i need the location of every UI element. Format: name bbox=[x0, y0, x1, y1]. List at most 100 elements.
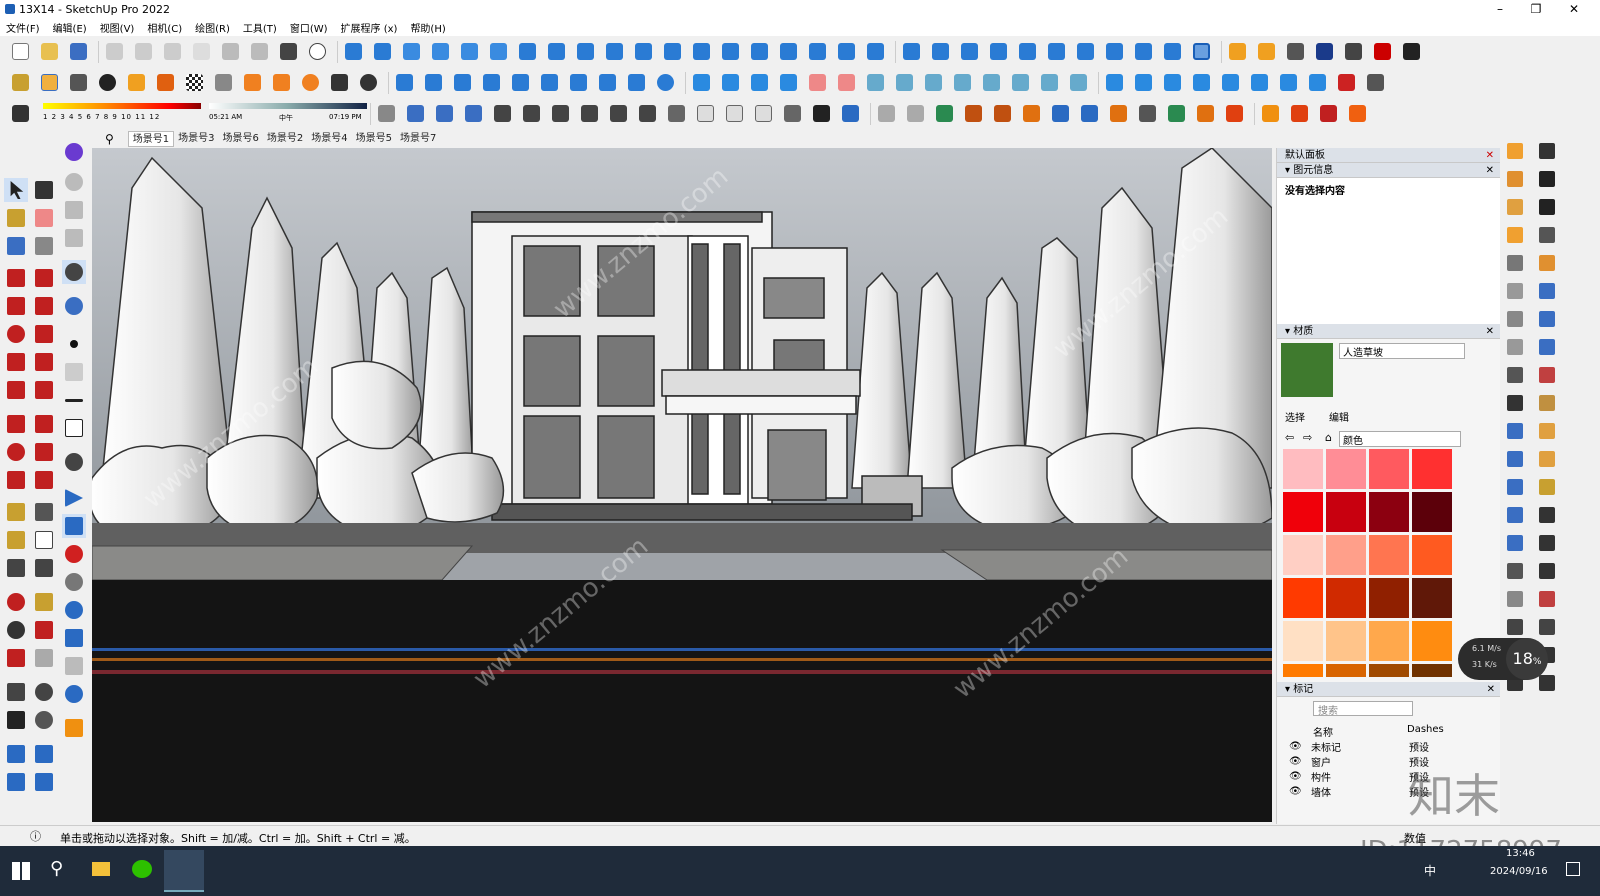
color-swatch[interactable] bbox=[1369, 449, 1409, 489]
save-icon[interactable] bbox=[66, 39, 91, 64]
download-icon[interactable] bbox=[595, 70, 620, 95]
maximize-button[interactable]: ❐ bbox=[1518, 0, 1554, 18]
back-arrow-icon[interactable]: ⇦ bbox=[1285, 431, 1294, 444]
dimension-tool-icon[interactable] bbox=[32, 500, 56, 524]
wechat-icon[interactable] bbox=[132, 860, 152, 878]
render-icon[interactable] bbox=[1316, 101, 1341, 126]
pan-tool-icon[interactable] bbox=[32, 590, 56, 614]
box-orange-icon[interactable] bbox=[1019, 101, 1044, 126]
tray-close-icon[interactable]: ✕ bbox=[1486, 148, 1494, 163]
list-icon[interactable] bbox=[62, 198, 86, 222]
door-icon[interactable] bbox=[573, 39, 598, 64]
color-swatch[interactable] bbox=[1283, 535, 1323, 575]
previous-view-icon[interactable] bbox=[32, 646, 56, 670]
view-back-icon[interactable] bbox=[776, 70, 801, 95]
grid-wall-icon[interactable] bbox=[1008, 70, 1033, 95]
plugin-icon[interactable] bbox=[66, 70, 91, 95]
color-swatch[interactable] bbox=[1412, 621, 1452, 661]
shield-icon[interactable] bbox=[1399, 39, 1424, 64]
polyline-icon[interactable] bbox=[660, 39, 685, 64]
scale-tool-icon[interactable] bbox=[4, 468, 28, 492]
tag-row[interactable]: 👁 未标记 预设 bbox=[1277, 739, 1501, 754]
select-tool-icon[interactable] bbox=[4, 178, 28, 202]
extension-tool-icon[interactable] bbox=[1504, 588, 1526, 610]
cube-c-icon[interactable] bbox=[1276, 70, 1301, 95]
film-icon[interactable] bbox=[62, 626, 86, 650]
grid-red-icon[interactable] bbox=[1334, 70, 1359, 95]
paste-icon[interactable] bbox=[160, 39, 185, 64]
notification-icon[interactable] bbox=[1566, 862, 1580, 876]
refresh-icon[interactable] bbox=[566, 70, 591, 95]
material-collection-dropdown[interactable]: 颜色 bbox=[1339, 431, 1461, 447]
menu-view[interactable]: 视图(V) bbox=[100, 20, 135, 35]
roof-icon[interactable] bbox=[602, 39, 627, 64]
menu-window[interactable]: 窗口(W) bbox=[290, 20, 328, 35]
eye-icon[interactable]: 👁 bbox=[1289, 771, 1311, 782]
tab-select[interactable]: 选择 bbox=[1285, 409, 1305, 424]
extension-tool-icon[interactable] bbox=[1504, 140, 1526, 162]
monochrome-icon[interactable] bbox=[577, 101, 602, 126]
extension-tool-icon[interactable] bbox=[1536, 448, 1558, 470]
materials-header[interactable]: ▾ 材质 ✕ bbox=[1277, 324, 1500, 339]
opening-icon[interactable] bbox=[979, 70, 1004, 95]
extension-tool-icon[interactable] bbox=[1536, 336, 1558, 358]
extension-tool-icon[interactable] bbox=[1504, 476, 1526, 498]
sweep-icon[interactable] bbox=[1077, 101, 1102, 126]
color-swatch[interactable] bbox=[1369, 535, 1409, 575]
style-b-icon[interactable] bbox=[635, 101, 660, 126]
shadow-month-slider[interactable]: 1 2 3 4 5 6 7 8 9 10 11 12 bbox=[43, 101, 201, 127]
color-swatch[interactable] bbox=[1283, 578, 1323, 618]
record-icon[interactable] bbox=[62, 542, 86, 566]
camera-icon[interactable] bbox=[62, 226, 86, 250]
brush-icon[interactable] bbox=[1102, 70, 1127, 95]
stop-icon[interactable] bbox=[62, 570, 86, 594]
cloud-link-icon[interactable] bbox=[421, 70, 446, 95]
curve-icon[interactable] bbox=[631, 39, 656, 64]
cloud-2-icon[interactable] bbox=[450, 70, 475, 95]
shell-icon[interactable] bbox=[776, 39, 801, 64]
color-swatch[interactable] bbox=[1283, 664, 1323, 677]
spiral-icon[interactable] bbox=[932, 101, 957, 126]
panel-icon[interactable] bbox=[1044, 39, 1069, 64]
info-icon[interactable] bbox=[298, 70, 323, 95]
wave-stack-icon[interactable] bbox=[32, 742, 56, 766]
ime-indicator[interactable]: 中 bbox=[1424, 862, 1436, 879]
lookaround-icon[interactable] bbox=[32, 680, 56, 704]
undo-icon[interactable] bbox=[218, 39, 243, 64]
dot-icon[interactable] bbox=[62, 332, 86, 356]
extension-tool-icon[interactable] bbox=[1504, 504, 1526, 526]
tool-icon[interactable] bbox=[1160, 39, 1185, 64]
section-icon[interactable] bbox=[399, 39, 424, 64]
color-swatch[interactable] bbox=[1412, 492, 1452, 532]
model-viewport[interactable]: www.znzmo.com www.znzmo.com www.znzmo.co… bbox=[92, 148, 1272, 822]
hand-icon[interactable] bbox=[1189, 70, 1214, 95]
wave-icon[interactable] bbox=[1305, 70, 1330, 95]
cut-icon[interactable] bbox=[102, 39, 127, 64]
extension-tool-icon[interactable] bbox=[1504, 448, 1526, 470]
rotated-rect-tool-icon[interactable] bbox=[32, 294, 56, 318]
extension-tool-icon[interactable] bbox=[1504, 364, 1526, 386]
extension-tool-icon[interactable] bbox=[1504, 196, 1526, 218]
start-button-icon[interactable] bbox=[12, 862, 30, 880]
circle-tool-icon[interactable] bbox=[4, 322, 28, 346]
rectangle-tool-icon[interactable] bbox=[4, 294, 28, 318]
scene-tab-4[interactable]: 场景号4 bbox=[307, 131, 351, 147]
sketchup-taskbar-icon[interactable] bbox=[164, 850, 204, 892]
zoom-extents-tool-icon[interactable] bbox=[4, 646, 28, 670]
scene-tab-7[interactable]: 场景号7 bbox=[396, 131, 440, 147]
tags-col-name[interactable]: 名称 bbox=[1313, 724, 1407, 739]
extension-tool-icon[interactable] bbox=[1504, 168, 1526, 190]
textured-icon[interactable] bbox=[548, 101, 573, 126]
fire-icon[interactable] bbox=[153, 70, 178, 95]
arc2-tool-icon[interactable] bbox=[32, 350, 56, 374]
extension-tool-icon[interactable] bbox=[1504, 392, 1526, 414]
color-swatch[interactable] bbox=[1283, 492, 1323, 532]
rotate-tool-icon[interactable] bbox=[4, 440, 28, 464]
extension-tool-icon[interactable] bbox=[1536, 196, 1558, 218]
color-swatch[interactable] bbox=[1326, 535, 1366, 575]
cube-a-icon[interactable] bbox=[1218, 70, 1243, 95]
extension-tool-icon[interactable] bbox=[1504, 280, 1526, 302]
scene-tab-3[interactable]: 场景号3 bbox=[174, 131, 218, 147]
resize-icon[interactable] bbox=[508, 70, 533, 95]
scissors-icon[interactable] bbox=[1135, 101, 1160, 126]
